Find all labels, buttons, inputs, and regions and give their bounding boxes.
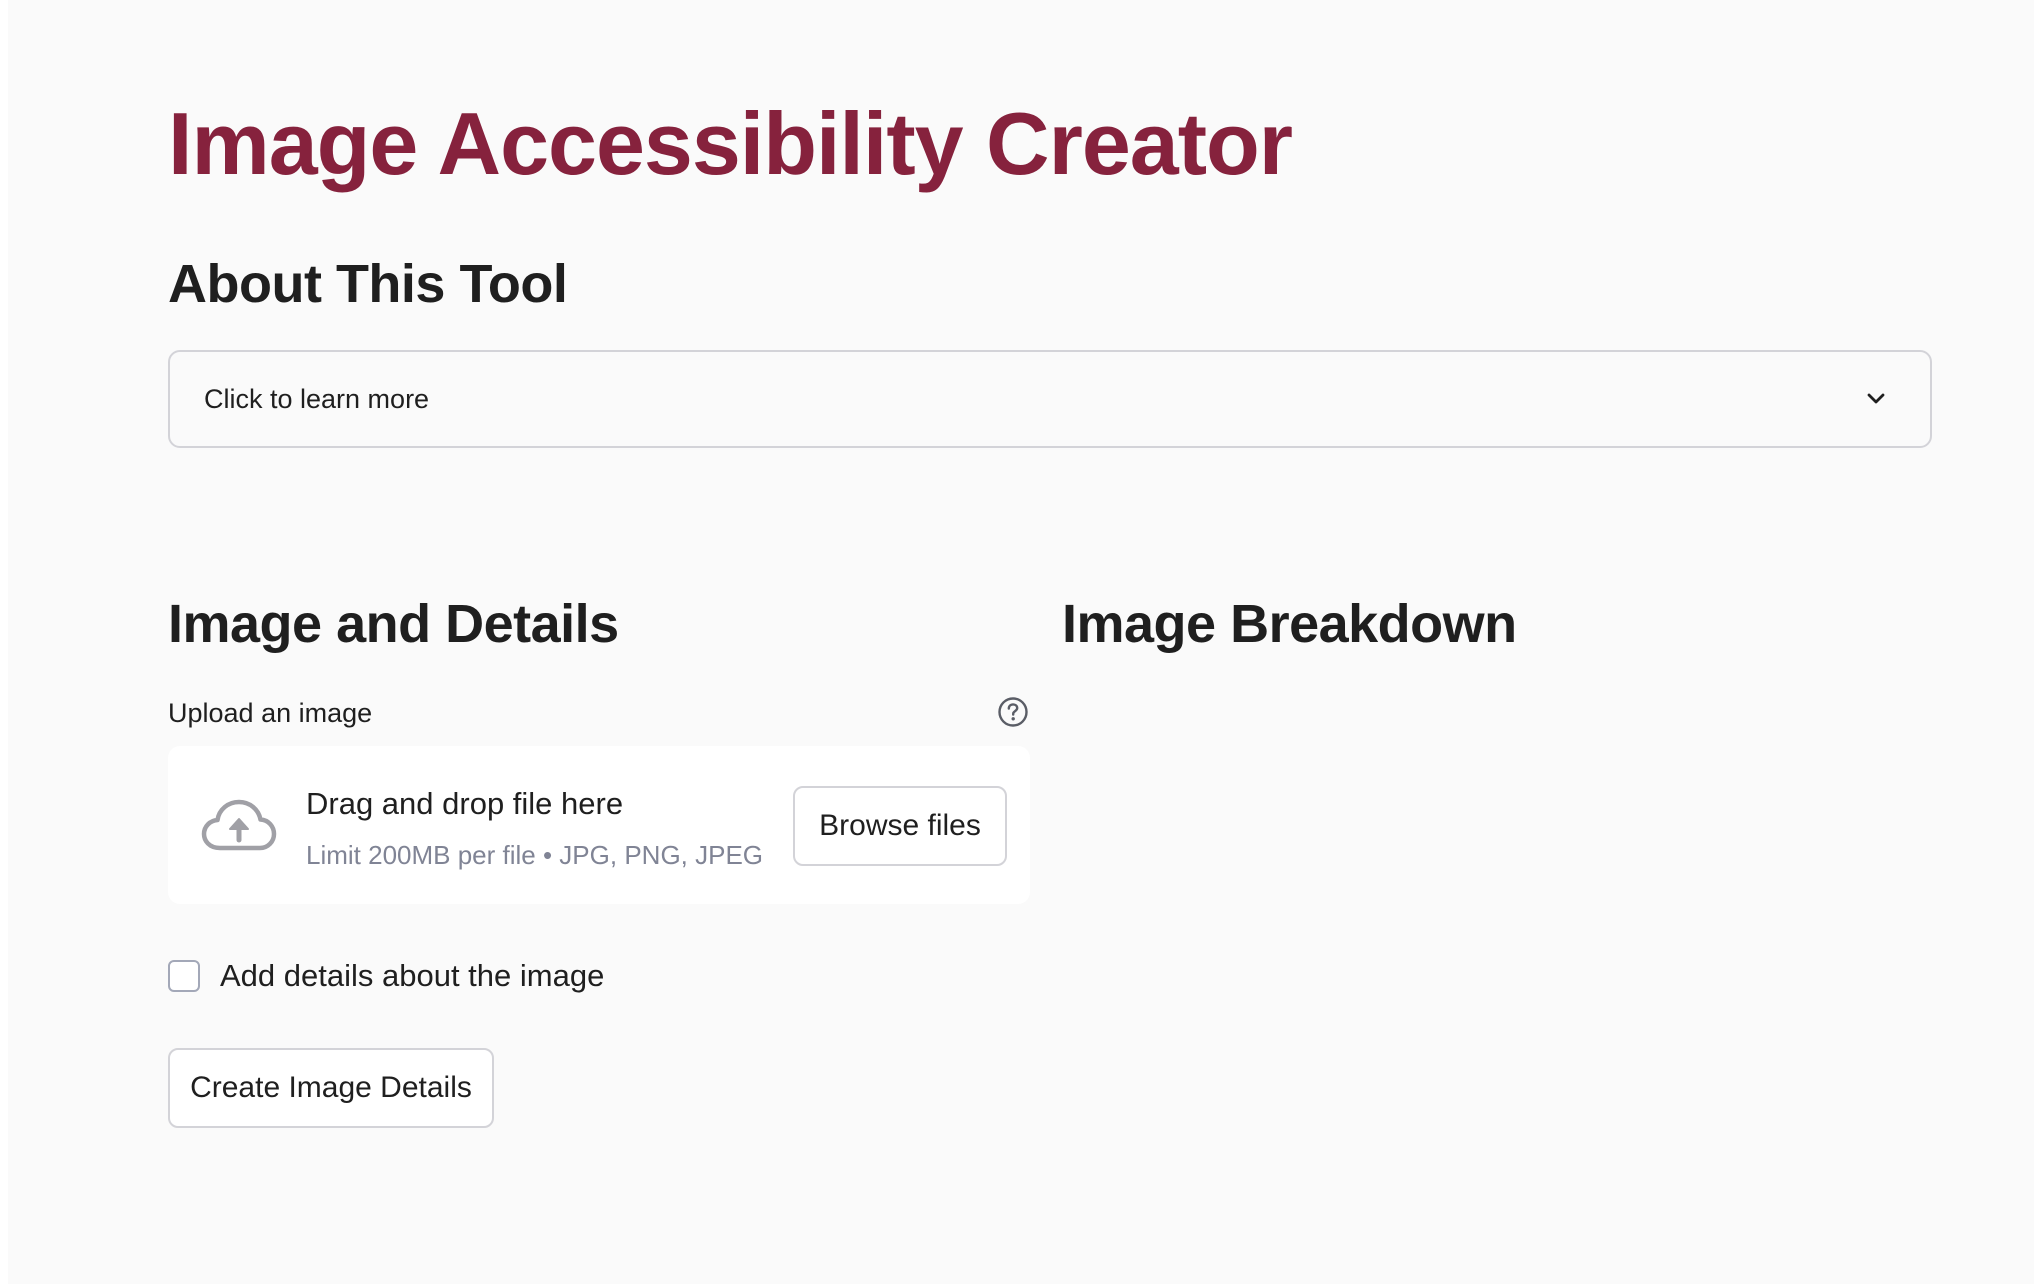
- file-limit-text: Limit 200MB per file • JPG, PNG, JPEG: [306, 840, 764, 870]
- add-details-label[interactable]: Add details about the image: [220, 958, 604, 994]
- upload-label: Upload an image: [168, 698, 373, 728]
- cloud-upload-icon: [200, 796, 278, 854]
- drop-title: Drag and drop file here: [306, 786, 624, 821]
- page-title: Image Accessibility Creator: [168, 94, 1293, 193]
- question-circle-icon[interactable]: [997, 696, 1029, 728]
- expander-label: Click to learn more: [204, 383, 430, 414]
- add-details-checkbox[interactable]: [168, 960, 200, 992]
- image-and-details-heading: Image and Details: [168, 594, 619, 654]
- add-details-checkbox-row[interactable]: Add details about the image: [168, 958, 604, 994]
- browse-files-button[interactable]: Browse files: [793, 786, 1007, 866]
- app-main: Image Accessibility Creator About This T…: [8, 0, 2034, 1284]
- create-image-details-button[interactable]: Create Image Details: [168, 1048, 494, 1128]
- about-heading: About This Tool: [168, 254, 568, 314]
- learn-more-expander[interactable]: Click to learn more: [168, 350, 1932, 448]
- file-dropzone[interactable]: Drag and drop file here Limit 200MB per …: [168, 746, 1030, 904]
- chevron-down-icon: [1862, 385, 1890, 413]
- image-breakdown-heading: Image Breakdown: [1062, 594, 1517, 654]
